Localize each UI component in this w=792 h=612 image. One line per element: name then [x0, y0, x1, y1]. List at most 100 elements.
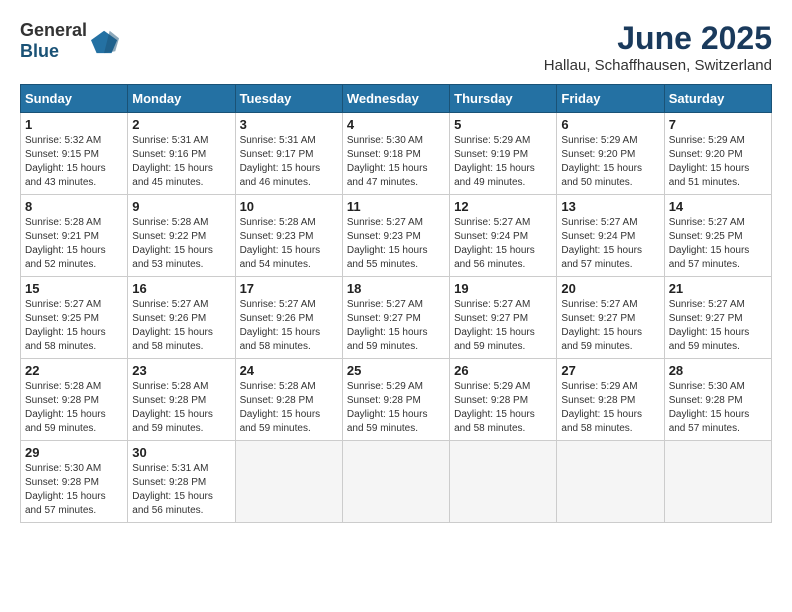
- calendar-table: SundayMondayTuesdayWednesdayThursdayFrid…: [20, 84, 772, 523]
- day-number: 28: [669, 363, 767, 378]
- day-info: Sunrise: 5:29 AM Sunset: 9:20 PM Dayligh…: [669, 134, 767, 190]
- day-number: 29: [25, 445, 123, 460]
- calendar-cell: 10 Sunrise: 5:28 AM Sunset: 9:23 PM Dayl…: [235, 195, 342, 277]
- day-number: 4: [347, 117, 445, 132]
- header-sunday: Sunday: [21, 85, 128, 113]
- day-number: 23: [132, 363, 230, 378]
- calendar-cell: 28 Sunrise: 5:30 AM Sunset: 9:28 PM Dayl…: [664, 359, 771, 441]
- calendar-cell: 20 Sunrise: 5:27 AM Sunset: 9:27 PM Dayl…: [557, 277, 664, 359]
- day-info: Sunrise: 5:28 AM Sunset: 9:28 PM Dayligh…: [240, 380, 338, 436]
- day-info: Sunrise: 5:28 AM Sunset: 9:21 PM Dayligh…: [25, 216, 123, 272]
- day-number: 21: [669, 281, 767, 296]
- calendar-cell: 6 Sunrise: 5:29 AM Sunset: 9:20 PM Dayli…: [557, 113, 664, 195]
- calendar-cell: [235, 441, 342, 523]
- calendar-cell: 23 Sunrise: 5:28 AM Sunset: 9:28 PM Dayl…: [128, 359, 235, 441]
- day-info: Sunrise: 5:29 AM Sunset: 9:28 PM Dayligh…: [561, 380, 659, 436]
- day-info: Sunrise: 5:29 AM Sunset: 9:20 PM Dayligh…: [561, 134, 659, 190]
- week-row-3: 22 Sunrise: 5:28 AM Sunset: 9:28 PM Dayl…: [21, 359, 772, 441]
- day-number: 5: [454, 117, 552, 132]
- day-info: Sunrise: 5:27 AM Sunset: 9:23 PM Dayligh…: [347, 216, 445, 272]
- day-info: Sunrise: 5:28 AM Sunset: 9:23 PM Dayligh…: [240, 216, 338, 272]
- week-row-0: 1 Sunrise: 5:32 AM Sunset: 9:15 PM Dayli…: [21, 113, 772, 195]
- calendar-cell: [664, 441, 771, 523]
- day-info: Sunrise: 5:30 AM Sunset: 9:28 PM Dayligh…: [669, 380, 767, 436]
- day-number: 27: [561, 363, 659, 378]
- calendar-cell: 22 Sunrise: 5:28 AM Sunset: 9:28 PM Dayl…: [21, 359, 128, 441]
- logo-icon: [91, 27, 119, 55]
- calendar-cell: 13 Sunrise: 5:27 AM Sunset: 9:24 PM Dayl…: [557, 195, 664, 277]
- day-number: 18: [347, 281, 445, 296]
- calendar-cell: 19 Sunrise: 5:27 AM Sunset: 9:27 PM Dayl…: [450, 277, 557, 359]
- day-number: 19: [454, 281, 552, 296]
- calendar-cell: 17 Sunrise: 5:27 AM Sunset: 9:26 PM Dayl…: [235, 277, 342, 359]
- header-thursday: Thursday: [450, 85, 557, 113]
- day-number: 17: [240, 281, 338, 296]
- day-info: Sunrise: 5:27 AM Sunset: 9:27 PM Dayligh…: [347, 298, 445, 354]
- day-number: 6: [561, 117, 659, 132]
- calendar-cell: 7 Sunrise: 5:29 AM Sunset: 9:20 PM Dayli…: [664, 113, 771, 195]
- calendar-cell: [557, 441, 664, 523]
- calendar-cell: 3 Sunrise: 5:31 AM Sunset: 9:17 PM Dayli…: [235, 113, 342, 195]
- calendar-cell: 8 Sunrise: 5:28 AM Sunset: 9:21 PM Dayli…: [21, 195, 128, 277]
- calendar-cell: 1 Sunrise: 5:32 AM Sunset: 9:15 PM Dayli…: [21, 113, 128, 195]
- calendar-cell: 11 Sunrise: 5:27 AM Sunset: 9:23 PM Dayl…: [342, 195, 449, 277]
- logo-general: General: [20, 20, 87, 40]
- week-row-2: 15 Sunrise: 5:27 AM Sunset: 9:25 PM Dayl…: [21, 277, 772, 359]
- calendar-cell: 9 Sunrise: 5:28 AM Sunset: 9:22 PM Dayli…: [128, 195, 235, 277]
- day-info: Sunrise: 5:27 AM Sunset: 9:26 PM Dayligh…: [240, 298, 338, 354]
- week-row-1: 8 Sunrise: 5:28 AM Sunset: 9:21 PM Dayli…: [21, 195, 772, 277]
- day-number: 2: [132, 117, 230, 132]
- calendar-cell: 27 Sunrise: 5:29 AM Sunset: 9:28 PM Dayl…: [557, 359, 664, 441]
- logo-text: General Blue: [20, 20, 87, 62]
- day-info: Sunrise: 5:28 AM Sunset: 9:22 PM Dayligh…: [132, 216, 230, 272]
- calendar-cell: 12 Sunrise: 5:27 AM Sunset: 9:24 PM Dayl…: [450, 195, 557, 277]
- day-info: Sunrise: 5:29 AM Sunset: 9:19 PM Dayligh…: [454, 134, 552, 190]
- day-info: Sunrise: 5:28 AM Sunset: 9:28 PM Dayligh…: [132, 380, 230, 436]
- day-number: 14: [669, 199, 767, 214]
- calendar-cell: 2 Sunrise: 5:31 AM Sunset: 9:16 PM Dayli…: [128, 113, 235, 195]
- day-number: 25: [347, 363, 445, 378]
- day-info: Sunrise: 5:31 AM Sunset: 9:28 PM Dayligh…: [132, 462, 230, 518]
- header: General Blue June 2025 Hallau, Schaffhau…: [20, 20, 772, 74]
- day-number: 11: [347, 199, 445, 214]
- calendar-title: June 2025: [544, 20, 772, 57]
- day-number: 30: [132, 445, 230, 460]
- day-info: Sunrise: 5:27 AM Sunset: 9:25 PM Dayligh…: [25, 298, 123, 354]
- calendar-cell: 4 Sunrise: 5:30 AM Sunset: 9:18 PM Dayli…: [342, 113, 449, 195]
- day-number: 9: [132, 199, 230, 214]
- header-tuesday: Tuesday: [235, 85, 342, 113]
- calendar-cell: 21 Sunrise: 5:27 AM Sunset: 9:27 PM Dayl…: [664, 277, 771, 359]
- day-info: Sunrise: 5:27 AM Sunset: 9:26 PM Dayligh…: [132, 298, 230, 354]
- day-info: Sunrise: 5:29 AM Sunset: 9:28 PM Dayligh…: [454, 380, 552, 436]
- day-info: Sunrise: 5:31 AM Sunset: 9:17 PM Dayligh…: [240, 134, 338, 190]
- day-number: 26: [454, 363, 552, 378]
- week-row-4: 29 Sunrise: 5:30 AM Sunset: 9:28 PM Dayl…: [21, 441, 772, 523]
- day-info: Sunrise: 5:27 AM Sunset: 9:27 PM Dayligh…: [669, 298, 767, 354]
- title-area: June 2025 Hallau, Schaffhausen, Switzerl…: [544, 20, 772, 74]
- day-info: Sunrise: 5:27 AM Sunset: 9:27 PM Dayligh…: [454, 298, 552, 354]
- calendar-cell: 14 Sunrise: 5:27 AM Sunset: 9:25 PM Dayl…: [664, 195, 771, 277]
- calendar-cell: 29 Sunrise: 5:30 AM Sunset: 9:28 PM Dayl…: [21, 441, 128, 523]
- header-row: SundayMondayTuesdayWednesdayThursdayFrid…: [21, 85, 772, 113]
- day-info: Sunrise: 5:31 AM Sunset: 9:16 PM Dayligh…: [132, 134, 230, 190]
- day-number: 7: [669, 117, 767, 132]
- day-number: 24: [240, 363, 338, 378]
- logo: General Blue: [20, 20, 119, 62]
- day-info: Sunrise: 5:28 AM Sunset: 9:28 PM Dayligh…: [25, 380, 123, 436]
- day-number: 22: [25, 363, 123, 378]
- header-wednesday: Wednesday: [342, 85, 449, 113]
- day-number: 1: [25, 117, 123, 132]
- day-info: Sunrise: 5:32 AM Sunset: 9:15 PM Dayligh…: [25, 134, 123, 190]
- calendar-cell: [450, 441, 557, 523]
- day-number: 16: [132, 281, 230, 296]
- day-number: 15: [25, 281, 123, 296]
- day-number: 8: [25, 199, 123, 214]
- day-info: Sunrise: 5:27 AM Sunset: 9:25 PM Dayligh…: [669, 216, 767, 272]
- calendar-cell: 30 Sunrise: 5:31 AM Sunset: 9:28 PM Dayl…: [128, 441, 235, 523]
- day-number: 3: [240, 117, 338, 132]
- calendar-cell: 25 Sunrise: 5:29 AM Sunset: 9:28 PM Dayl…: [342, 359, 449, 441]
- calendar-cell: 18 Sunrise: 5:27 AM Sunset: 9:27 PM Dayl…: [342, 277, 449, 359]
- header-monday: Monday: [128, 85, 235, 113]
- calendar-cell: 15 Sunrise: 5:27 AM Sunset: 9:25 PM Dayl…: [21, 277, 128, 359]
- day-number: 10: [240, 199, 338, 214]
